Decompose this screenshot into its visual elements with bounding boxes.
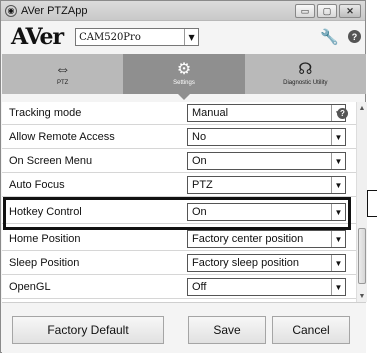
chevron-down-icon: ▼	[331, 231, 345, 247]
minimize-button[interactable]: ▭	[295, 4, 315, 18]
app-icon: ◉	[5, 4, 17, 17]
chevron-down-icon: ▼	[331, 279, 345, 295]
setting-row-home-position: Home Position Factory center position ▼	[2, 228, 356, 251]
setting-row-opengl: OpenGL Off ▼	[2, 276, 356, 299]
select-value: No	[192, 131, 207, 143]
tab-bar: ⇔ PTZ ⚙ Settings ☊ Diagnostic Utility	[2, 54, 366, 100]
setting-label: OpenGL	[9, 281, 51, 293]
setting-row-auto-focus: Auto Focus PTZ ▼	[2, 174, 356, 197]
ptz-icon: ⇔	[54, 61, 71, 78]
highlight-box	[3, 197, 351, 230]
tab-label: Settings	[173, 80, 195, 86]
camera-select[interactable]: CAM520Pro ▼	[75, 28, 200, 46]
scroll-down-icon[interactable]: ▼	[357, 290, 367, 302]
title-bar[interactable]: ◉ AVer PTZApp ▭ ▢ ✕	[1, 1, 365, 21]
select-value: Manual	[192, 107, 229, 119]
camera-select-value: CAM520Pro	[79, 31, 141, 43]
gear-icon: ⚙	[176, 61, 192, 78]
setting-label: Auto Focus	[9, 179, 65, 191]
select-value: On	[192, 155, 207, 167]
auto-focus-select[interactable]: PTZ ▼	[187, 176, 346, 194]
tab-ptz[interactable]: ⇔ PTZ	[2, 54, 123, 94]
tab-settings[interactable]: ⚙ Settings	[123, 54, 245, 100]
setting-row-allow-remote-access: Allow Remote Access No ▼	[2, 126, 356, 149]
tab-label: Diagnostic Utility	[283, 80, 328, 86]
setting-row-on-screen-menu: On Screen Menu On ▼	[2, 150, 356, 173]
allow-remote-access-select[interactable]: No ▼	[187, 128, 346, 146]
brand-row: AVer CAM520Pro ▼	[1, 21, 365, 53]
chevron-down-icon: ▼	[184, 29, 198, 45]
setting-row-sleep-position: Sleep Position Factory sleep position ▼	[2, 252, 356, 275]
setting-label: Allow Remote Access	[9, 131, 115, 143]
setting-label: Home Position	[9, 233, 81, 245]
close-button[interactable]: ✕	[339, 4, 361, 18]
chevron-down-icon: ▼	[331, 255, 345, 271]
cancel-button[interactable]: Cancel	[272, 316, 350, 344]
chevron-down-icon: ▼	[331, 153, 345, 169]
app-window: ◉ AVer PTZApp ▭ ▢ ✕ AVer CAM520Pro ▼ 🔧 ?…	[0, 0, 367, 353]
home-position-select[interactable]: Factory center position ▼	[187, 230, 346, 248]
setting-row-tracking-mode: Tracking mode Manual ▼	[2, 102, 356, 125]
window-title: AVer PTZApp	[21, 4, 88, 17]
vertical-scrollbar[interactable]: ▲ ▼	[356, 102, 367, 302]
save-button[interactable]: Save	[188, 316, 266, 344]
stethoscope-icon: ☊	[298, 61, 313, 78]
chevron-down-icon: ▼	[331, 177, 345, 193]
setting-label: Sleep Position	[9, 257, 80, 269]
tool-icon[interactable]: 🔧	[320, 28, 339, 46]
select-value: Factory center position	[192, 233, 304, 245]
sleep-position-select[interactable]: Factory sleep position ▼	[187, 254, 346, 272]
setting-label: On Screen Menu	[9, 155, 93, 167]
tab-diagnostic-utility[interactable]: ☊ Diagnostic Utility	[245, 54, 366, 94]
select-value: Off	[192, 281, 207, 293]
info-icon[interactable]: ?	[337, 108, 348, 119]
select-value: Factory sleep position	[192, 257, 299, 269]
footer: Factory Default Save Cancel	[2, 302, 366, 353]
scrollbar-thumb[interactable]	[358, 228, 366, 284]
side-marker	[367, 190, 377, 217]
on-screen-menu-select[interactable]: On ▼	[187, 152, 346, 170]
maximize-button[interactable]: ▢	[317, 4, 337, 18]
opengl-select[interactable]: Off ▼	[187, 278, 346, 296]
chevron-down-icon: ▼	[331, 129, 345, 145]
setting-label: Tracking mode	[9, 107, 82, 119]
tracking-mode-select[interactable]: Manual ▼	[187, 104, 346, 122]
tab-label: PTZ	[56, 80, 69, 86]
scroll-up-icon[interactable]: ▲	[357, 102, 367, 114]
aver-logo: AVer	[11, 24, 64, 50]
factory-default-button[interactable]: Factory Default	[12, 316, 164, 344]
help-icon[interactable]: ?	[348, 30, 361, 43]
select-value: PTZ	[192, 179, 213, 191]
